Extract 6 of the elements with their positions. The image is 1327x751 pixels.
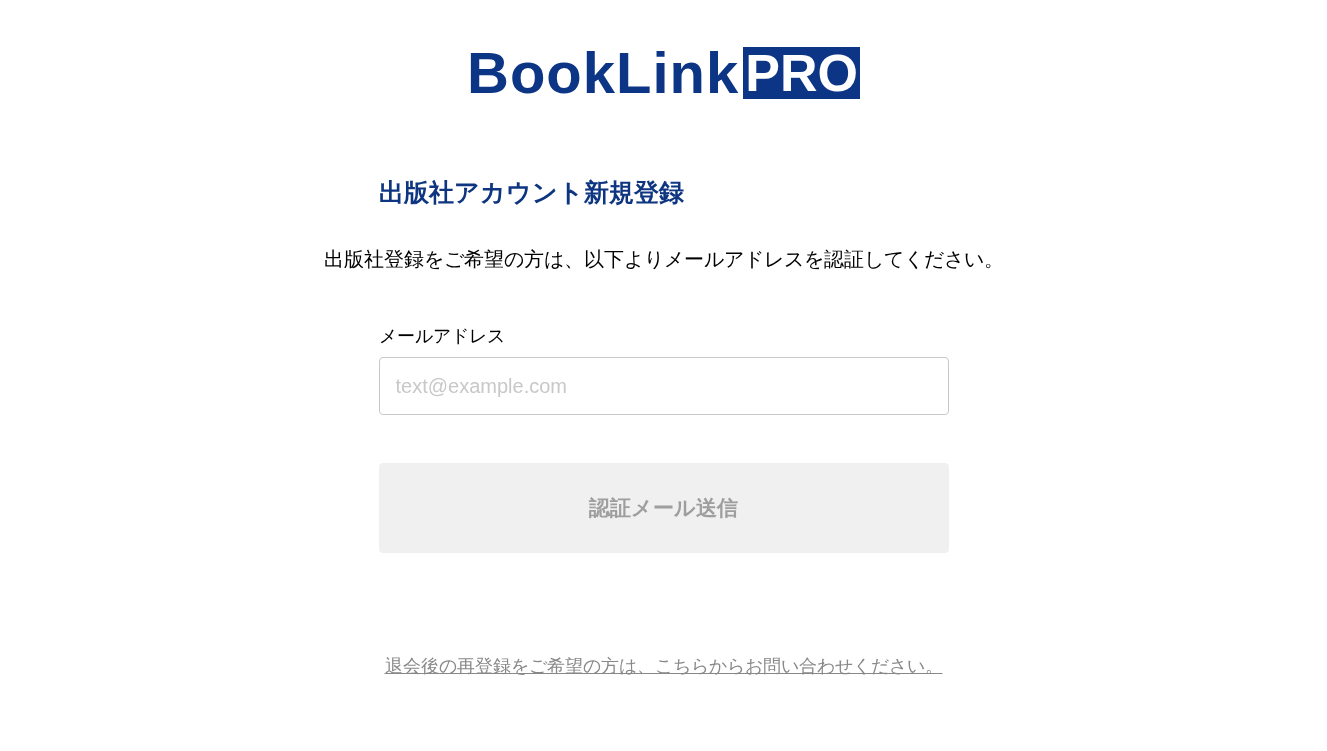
page-title: 出版社アカウント新規登録	[378, 180, 685, 205]
contact-link[interactable]: 退会後の再登録をご希望の方は、こちらからお問い合わせください。	[384, 653, 943, 680]
logo-wordmark: BookLink	[467, 44, 740, 102]
email-label: メールアドレス	[378, 327, 506, 345]
intro-text: 出版社登録をご希望の方は、以下よりメールアドレスを認証してください。	[323, 249, 1004, 269]
logo-badge: PRO	[743, 47, 860, 99]
